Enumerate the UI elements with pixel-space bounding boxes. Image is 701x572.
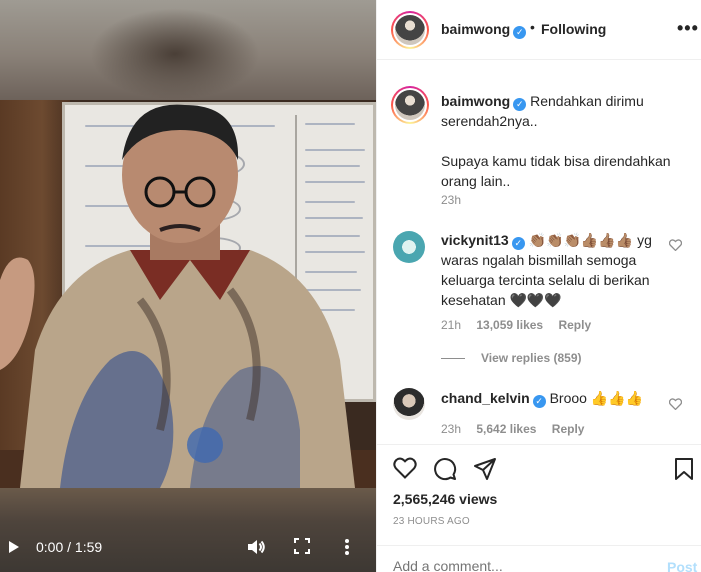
reply-button[interactable]: Reply <box>552 422 585 436</box>
add-comment-bar: Post <box>377 545 701 572</box>
caption-username[interactable]: baimwong ✓ <box>441 93 527 111</box>
following-button[interactable]: Following <box>541 21 606 37</box>
replies-divider <box>441 358 465 360</box>
comment-time[interactable]: 23h <box>441 422 461 436</box>
post-panel: baimwong ✓ • Following ••• baimwong ✓ Rend… <box>376 0 701 572</box>
commenter-avatar[interactable] <box>393 231 425 263</box>
caption-avatar[interactable] <box>391 86 429 124</box>
commenter-username[interactable]: chand_kelvin ✓ <box>441 390 546 408</box>
fullscreen-icon[interactable] <box>294 538 310 554</box>
commenter-avatar[interactable] <box>393 388 425 420</box>
comment-time[interactable]: 21h <box>441 318 461 332</box>
video-blur-top <box>0 0 376 100</box>
caption-line2: serendah2nya.. <box>441 113 538 129</box>
author-avatar[interactable] <box>391 11 429 49</box>
caption-text: baimwong ✓ Rendahkan dirimu serendah2nya.… <box>441 91 691 191</box>
comment-input[interactable] <box>393 558 643 572</box>
video-player[interactable]: 0:00 / 1:59 <box>0 0 376 572</box>
reply-button[interactable]: Reply <box>558 318 591 332</box>
comment-likes[interactable]: 13,059 likes <box>476 318 543 332</box>
comment-likes[interactable]: 5,642 likes <box>476 422 536 436</box>
video-person <box>0 104 355 488</box>
like-heart-icon[interactable] <box>393 457 417 479</box>
author-username[interactable]: baimwong ✓ <box>441 21 527 39</box>
video-frame[interactable] <box>0 100 376 488</box>
comment-body: vickynit13 ✓ 👏🏽👏🏽👏🏽👍🏽👍🏽👍🏽 yg waras ngalah… <box>441 230 661 310</box>
more-options-icon[interactable] <box>344 538 350 556</box>
video-controls: 0:00 / 1:59 <box>0 532 376 562</box>
volume-icon[interactable] <box>246 537 266 557</box>
post-comment-button[interactable]: Post <box>667 559 697 572</box>
action-bar <box>377 444 701 494</box>
caption-line1: Rendahkan dirimu <box>530 93 644 109</box>
like-comment-heart-icon[interactable] <box>669 398 682 410</box>
verified-badge-icon: ✓ <box>513 98 527 111</box>
header-separator: • <box>530 19 535 35</box>
verified-badge-icon: ✓ <box>511 237 525 250</box>
video-time: 0:00 / 1:59 <box>36 539 103 555</box>
save-bookmark-icon[interactable] <box>674 457 694 481</box>
play-icon[interactable] <box>8 540 20 554</box>
comment-body: chand_kelvin ✓ Brooo 👍👍👍 <box>441 388 661 408</box>
comment-bubble-icon[interactable] <box>433 457 457 481</box>
caption-paragraph: Supaya kamu tidak bisa direndahkan orang… <box>441 153 671 189</box>
post-header: baimwong ✓ • Following ••• <box>377 0 701 60</box>
post-options-icon[interactable]: ••• <box>677 18 699 39</box>
view-replies-button[interactable]: View replies (859) <box>441 351 582 365</box>
comment-meta: 21h 13,059 likes Reply <box>441 318 603 332</box>
commenter-username[interactable]: vickynit13 ✓ <box>441 232 525 250</box>
comment-text: Brooo 👍👍👍 <box>549 390 644 406</box>
verified-badge-icon: ✓ <box>513 26 527 39</box>
caption-timestamp[interactable]: 23h <box>441 193 461 207</box>
post-age[interactable]: 23 HOURS AGO <box>393 516 470 527</box>
view-count[interactable]: 2,565,246 views <box>393 491 497 507</box>
comment-meta: 23h 5,642 likes Reply <box>441 422 596 436</box>
like-comment-heart-icon[interactable] <box>669 239 682 251</box>
verified-badge-icon: ✓ <box>532 395 546 408</box>
share-send-icon[interactable] <box>473 457 497 481</box>
